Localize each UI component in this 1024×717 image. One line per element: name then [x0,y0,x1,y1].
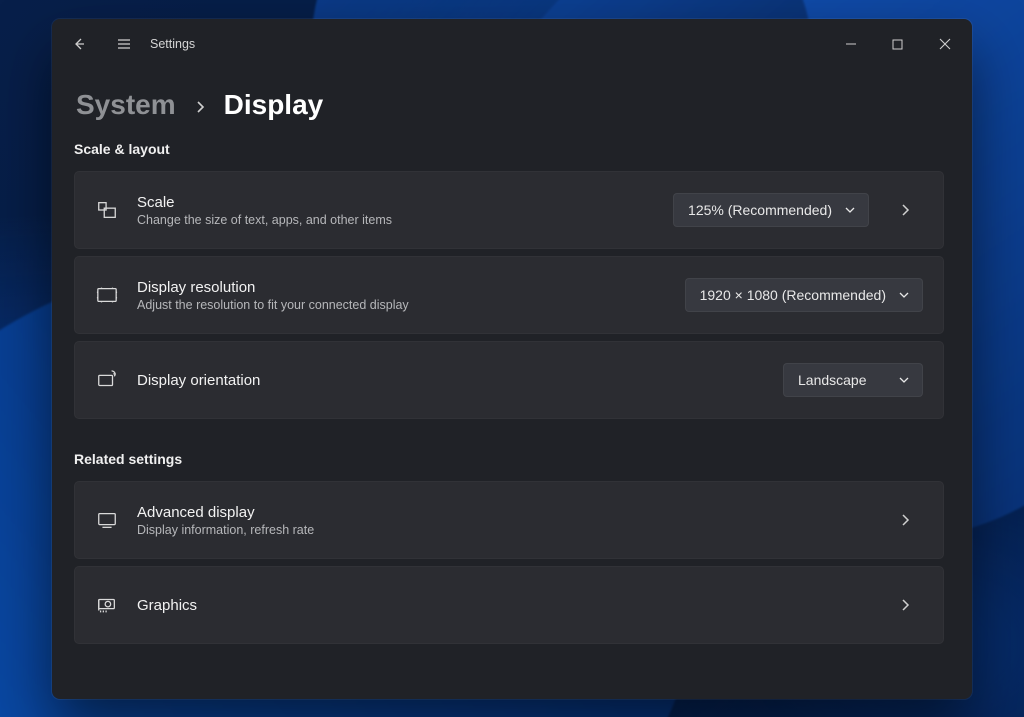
minimize-button[interactable] [827,24,874,64]
setting-scale-card: Scale Change the size of text, apps, and… [74,171,944,249]
advanced-display-open[interactable] [887,513,923,527]
resolution-dropdown[interactable]: 1920 × 1080 (Recommended) [685,278,923,312]
setting-orientation-title: Display orientation [137,372,765,389]
settings-window: Settings System Display Scale & layout [52,19,972,699]
orientation-dropdown[interactable]: Landscape [783,363,923,397]
content-scroll[interactable]: System Display Scale & layout Scale Chan… [52,69,972,699]
maximize-button[interactable] [874,24,921,64]
resolution-dropdown-value: 1920 × 1080 (Recommended) [700,287,886,303]
graphics-title: Graphics [137,597,869,614]
advanced-display-desc: Display information, refresh rate [137,523,869,537]
graphics-open[interactable] [887,598,923,612]
chevron-right-icon [899,598,911,612]
arrow-left-icon [71,36,87,52]
setting-scale-title: Scale [137,194,655,211]
back-button[interactable] [56,24,101,64]
graphics-card[interactable]: Graphics [74,566,944,644]
breadcrumb: System Display [76,89,944,121]
setting-orientation-card: Display orientation Landscape [74,341,944,419]
chevron-right-icon [194,100,206,114]
close-button[interactable] [921,24,968,64]
orientation-icon [95,368,119,392]
hamburger-icon [116,36,132,52]
setting-resolution-card: Display resolution Adjust the resolution… [74,256,944,334]
section-title-related: Related settings [74,451,944,467]
chevron-right-icon [899,513,911,527]
scale-icon [95,198,119,222]
scale-dropdown[interactable]: 125% (Recommended) [673,193,869,227]
nav-menu-button[interactable] [101,24,146,64]
chevron-down-icon [898,289,910,301]
advanced-display-title: Advanced display [137,504,869,521]
setting-scale-desc: Change the size of text, apps, and other… [137,213,655,227]
titlebar: Settings [52,19,972,69]
monitor-icon [95,508,119,532]
scale-expand-button[interactable] [887,203,923,217]
maximize-icon [892,39,903,50]
breadcrumb-current: Display [224,89,324,121]
breadcrumb-prev[interactable]: System [76,89,176,121]
minimize-icon [845,38,857,50]
orientation-dropdown-value: Landscape [798,372,867,388]
scale-dropdown-value: 125% (Recommended) [688,202,832,218]
close-icon [939,38,951,50]
advanced-display-card[interactable]: Advanced display Display information, re… [74,481,944,559]
setting-resolution-desc: Adjust the resolution to fit your connec… [137,298,667,312]
chevron-down-icon [844,204,856,216]
app-title: Settings [150,37,195,51]
setting-resolution-title: Display resolution [137,279,667,296]
section-title-scale-layout: Scale & layout [74,141,944,157]
gpu-icon [95,593,119,617]
chevron-down-icon [898,374,910,386]
resolution-icon [95,283,119,307]
chevron-right-icon [899,203,911,217]
